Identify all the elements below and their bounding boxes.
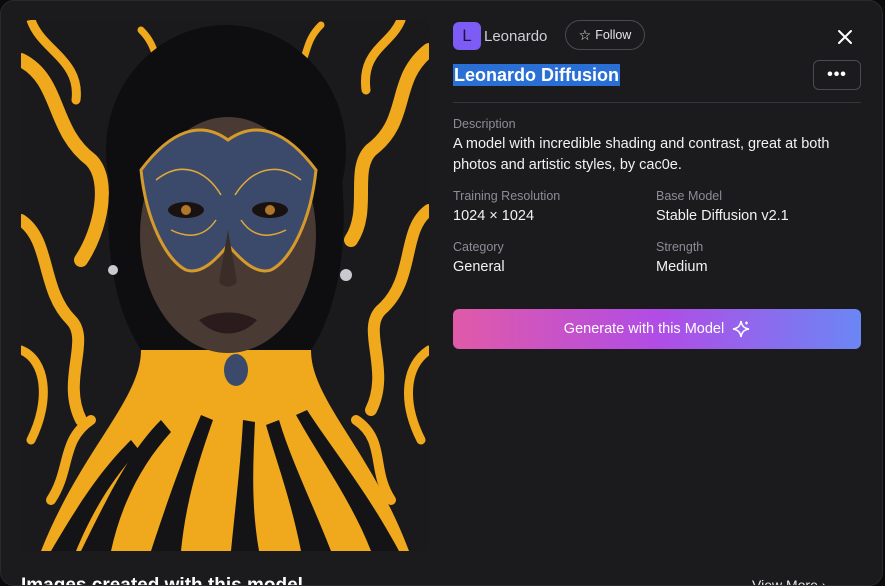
training-resolution-label: Training Resolution: [453, 189, 561, 203]
follow-label: Follow: [595, 28, 632, 42]
model-title: Leonardo Diffusion: [453, 64, 620, 86]
more-options-button[interactable]: •••: [813, 60, 861, 90]
portrait-artwork: [21, 20, 429, 551]
base-model-value: Stable Diffusion v2.1: [656, 208, 789, 224]
model-preview-image: [21, 20, 429, 551]
model-detail-modal: L Leonardo ☆ Follow Leonardo Diffusion •…: [0, 0, 883, 586]
owner-avatar[interactable]: L: [453, 22, 481, 50]
follow-button[interactable]: ☆ Follow: [565, 20, 645, 50]
description-text: A model with incredible shading and cont…: [453, 136, 830, 173]
star-icon: ☆: [578, 27, 592, 43]
strength-label: Strength: [656, 240, 704, 254]
strength-value: Medium: [656, 259, 708, 275]
view-more-link[interactable]: View More ›: [752, 577, 827, 586]
close-button[interactable]: [833, 25, 857, 49]
divider: [453, 102, 861, 103]
description-label: Description: [453, 117, 516, 131]
view-more-label: View More: [752, 577, 818, 586]
category-value: General: [453, 259, 505, 275]
base-model-label: Base Model: [656, 189, 723, 203]
generate-with-model-button[interactable]: Generate with this Model: [453, 309, 861, 349]
owner-name[interactable]: Leonardo: [484, 28, 547, 45]
training-resolution-value: 1024 × 1024: [453, 208, 535, 224]
close-icon: [838, 30, 852, 44]
section-title: Images created with this model: [21, 575, 303, 586]
sparkle-icon: [733, 320, 750, 338]
category-label: Category: [453, 240, 504, 254]
chevron-right-icon: ›: [821, 577, 827, 586]
generate-label: Generate with this Model: [563, 321, 725, 337]
